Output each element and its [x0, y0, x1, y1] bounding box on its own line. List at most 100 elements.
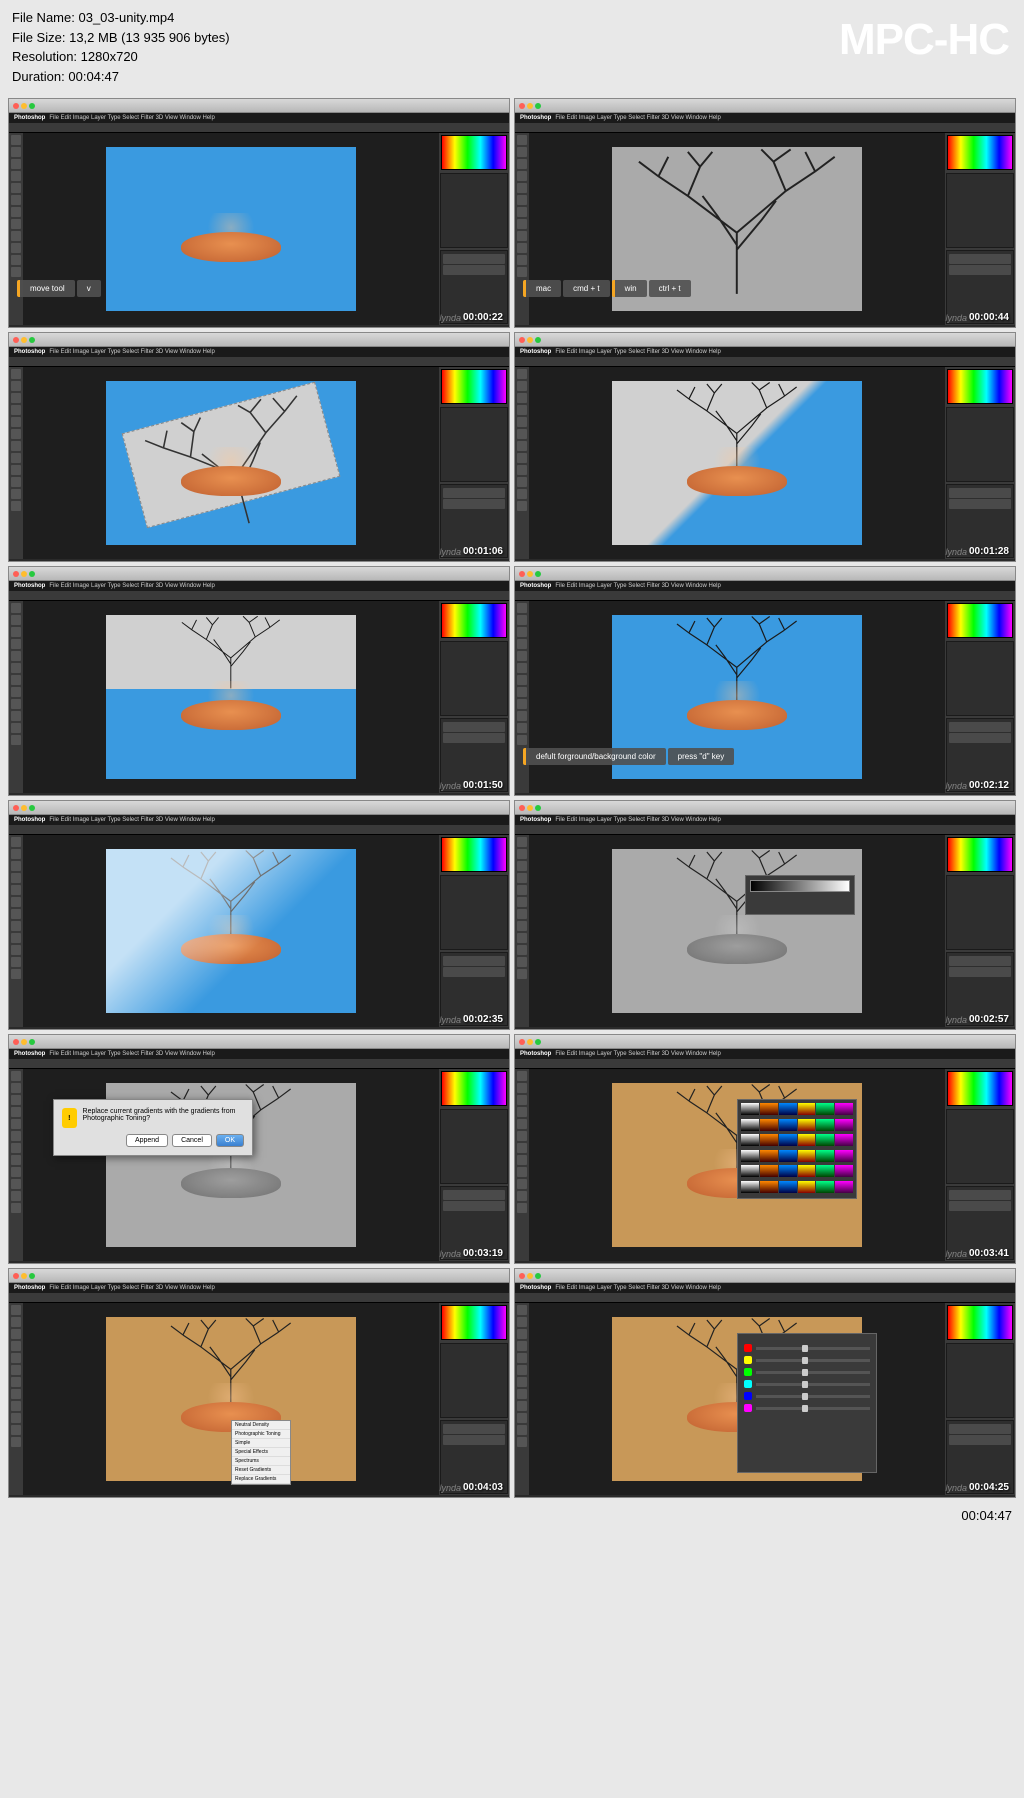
keyboard-caption: maccmd + twinctrl + t	[523, 280, 691, 297]
gradient-editor[interactable]	[745, 875, 855, 915]
close-icon	[519, 337, 525, 343]
canvas-area: Neutral DensityPhotographic ToningSimple…	[23, 1303, 439, 1495]
filename-value: 03_03-unity.mp4	[78, 10, 174, 25]
lynda-watermark: lynda	[439, 1483, 461, 1493]
tool-icon	[517, 1071, 527, 1081]
panels	[945, 133, 1015, 325]
black-white-adjustment-panel[interactable]	[737, 1333, 877, 1473]
photoshop-workspace	[515, 1069, 1015, 1261]
adjustments-panel	[946, 1109, 1014, 1184]
minimize-icon	[21, 571, 27, 577]
photoshop-workspace: !Replace current gradients with the grad…	[9, 1069, 509, 1261]
color-swatch-panel	[947, 837, 1013, 872]
layer-row	[443, 499, 505, 509]
maximize-icon	[535, 1273, 541, 1279]
tool-icon	[517, 369, 527, 379]
app-menubar: PhotoshopFile Edit Image Layer Type Sele…	[515, 113, 1015, 123]
lynda-watermark: lynda	[439, 313, 461, 323]
photoshop-workspace	[9, 601, 509, 793]
document-canvas	[612, 849, 862, 1012]
cancel-button[interactable]: Cancel	[172, 1134, 212, 1147]
gradient-picker[interactable]	[737, 1099, 857, 1199]
append-button[interactable]: Append	[126, 1134, 168, 1147]
color-swatch-panel	[947, 1305, 1013, 1340]
traffic-lights	[13, 805, 35, 811]
layer-row	[949, 265, 1011, 275]
close-icon	[13, 1273, 19, 1279]
filesize-value: 13,2 MB (13 935 906 bytes)	[69, 30, 229, 45]
tool-icon	[11, 135, 21, 145]
timestamp: 00:00:44	[969, 312, 1009, 323]
adjustments-panel	[440, 1343, 508, 1418]
timestamp: 00:01:50	[463, 780, 503, 791]
tool-icon	[11, 369, 21, 379]
color-swatch-panel	[441, 135, 507, 170]
timestamp: 00:04:03	[463, 1482, 503, 1493]
layer-row	[949, 967, 1011, 977]
lynda-watermark: lynda	[439, 781, 461, 791]
macos-titlebar	[9, 801, 509, 815]
macos-titlebar	[9, 333, 509, 347]
close-icon	[13, 103, 19, 109]
app-menubar: PhotoshopFile Edit Image Layer Type Sele…	[9, 1283, 509, 1293]
document-canvas	[612, 381, 862, 544]
minimize-icon	[527, 1273, 533, 1279]
tool-palette	[515, 835, 529, 1027]
close-icon	[13, 805, 19, 811]
maximize-icon	[535, 1039, 541, 1045]
keyboard-caption: defult forground/background colorpress "…	[523, 748, 734, 765]
minimize-icon	[527, 805, 533, 811]
photoshop-workspace	[515, 1303, 1015, 1495]
resolution-value: 1280x720	[81, 49, 138, 64]
traffic-lights	[13, 1039, 35, 1045]
layer-row	[443, 265, 505, 275]
adjustments-panel	[440, 1109, 508, 1184]
timestamp: 00:01:28	[969, 546, 1009, 557]
traffic-lights	[519, 571, 541, 577]
layer-row	[443, 1435, 505, 1445]
options-bar	[515, 1059, 1015, 1069]
panels	[439, 133, 509, 325]
tool-palette	[9, 835, 23, 1027]
file-info-header: File Name: 03_03-unity.mp4 File Size: 13…	[0, 0, 1024, 94]
tool-icon	[517, 135, 527, 145]
ok-button[interactable]: OK	[216, 1134, 244, 1147]
traffic-lights	[13, 1273, 35, 1279]
tool-palette	[515, 367, 529, 559]
app-name: Photoshop	[520, 1051, 551, 1057]
layer-row	[443, 254, 505, 264]
app-name: Photoshop	[14, 349, 45, 355]
minimize-icon	[21, 1273, 27, 1279]
gradient-preset-menu[interactable]: Neutral DensityPhotographic ToningSimple…	[231, 1420, 291, 1485]
layer-row	[949, 956, 1011, 966]
layer-row	[949, 1424, 1011, 1434]
filename-label: File Name:	[12, 10, 75, 25]
tool-icon	[517, 1305, 527, 1315]
macos-titlebar	[515, 99, 1015, 113]
close-icon	[13, 337, 19, 343]
minimize-icon	[21, 337, 27, 343]
footer-timestamp: 00:04:47	[0, 1502, 1024, 1529]
macos-titlebar	[515, 567, 1015, 581]
video-thumbnail: PhotoshopFile Edit Image Layer Type Sele…	[8, 800, 510, 1030]
options-bar	[9, 825, 509, 835]
lynda-watermark: lynda	[439, 1249, 461, 1259]
traffic-lights	[519, 1273, 541, 1279]
photoshop-workspace	[515, 835, 1015, 1027]
traffic-lights	[13, 571, 35, 577]
tool-icon	[11, 603, 21, 613]
video-thumbnail: PhotoshopFile Edit Image Layer Type Sele…	[514, 800, 1016, 1030]
options-bar	[9, 1293, 509, 1303]
adjustments-panel	[946, 875, 1014, 950]
canvas-area	[23, 835, 439, 1027]
panels	[945, 1303, 1015, 1495]
app-name: Photoshop	[14, 817, 45, 823]
document-canvas	[106, 147, 356, 310]
close-icon	[519, 571, 525, 577]
app-name: Photoshop	[520, 817, 551, 823]
layer-row	[443, 956, 505, 966]
panels	[945, 1069, 1015, 1261]
app-menubar: PhotoshopFile Edit Image Layer Type Sele…	[515, 1283, 1015, 1293]
maximize-icon	[29, 805, 35, 811]
app-name: Photoshop	[520, 1285, 551, 1291]
